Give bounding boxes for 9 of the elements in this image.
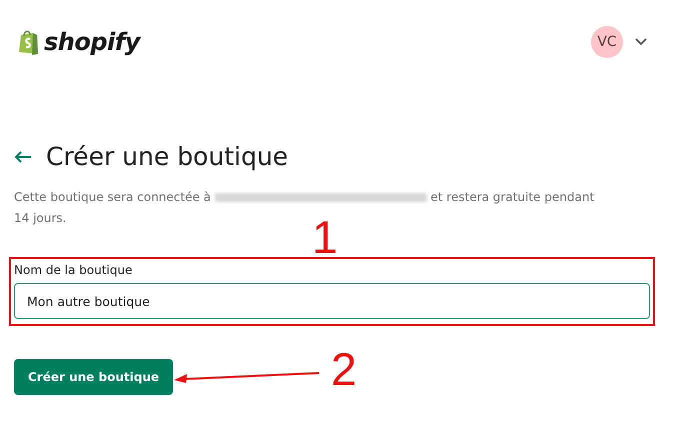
create-store-button[interactable]: Créer une boutique (14, 359, 173, 395)
logo-wordmark: shopify (44, 28, 140, 56)
page-title: Créer une boutique (46, 142, 288, 171)
field-label: Nom de la boutique (14, 263, 134, 277)
shopping-bag-icon (18, 29, 40, 55)
annotation-number: 2 (331, 346, 357, 392)
caret-icon (635, 38, 647, 46)
back-arrow-icon[interactable] (14, 150, 32, 164)
store-name-field[interactable]: Mon autre boutique (14, 283, 650, 319)
